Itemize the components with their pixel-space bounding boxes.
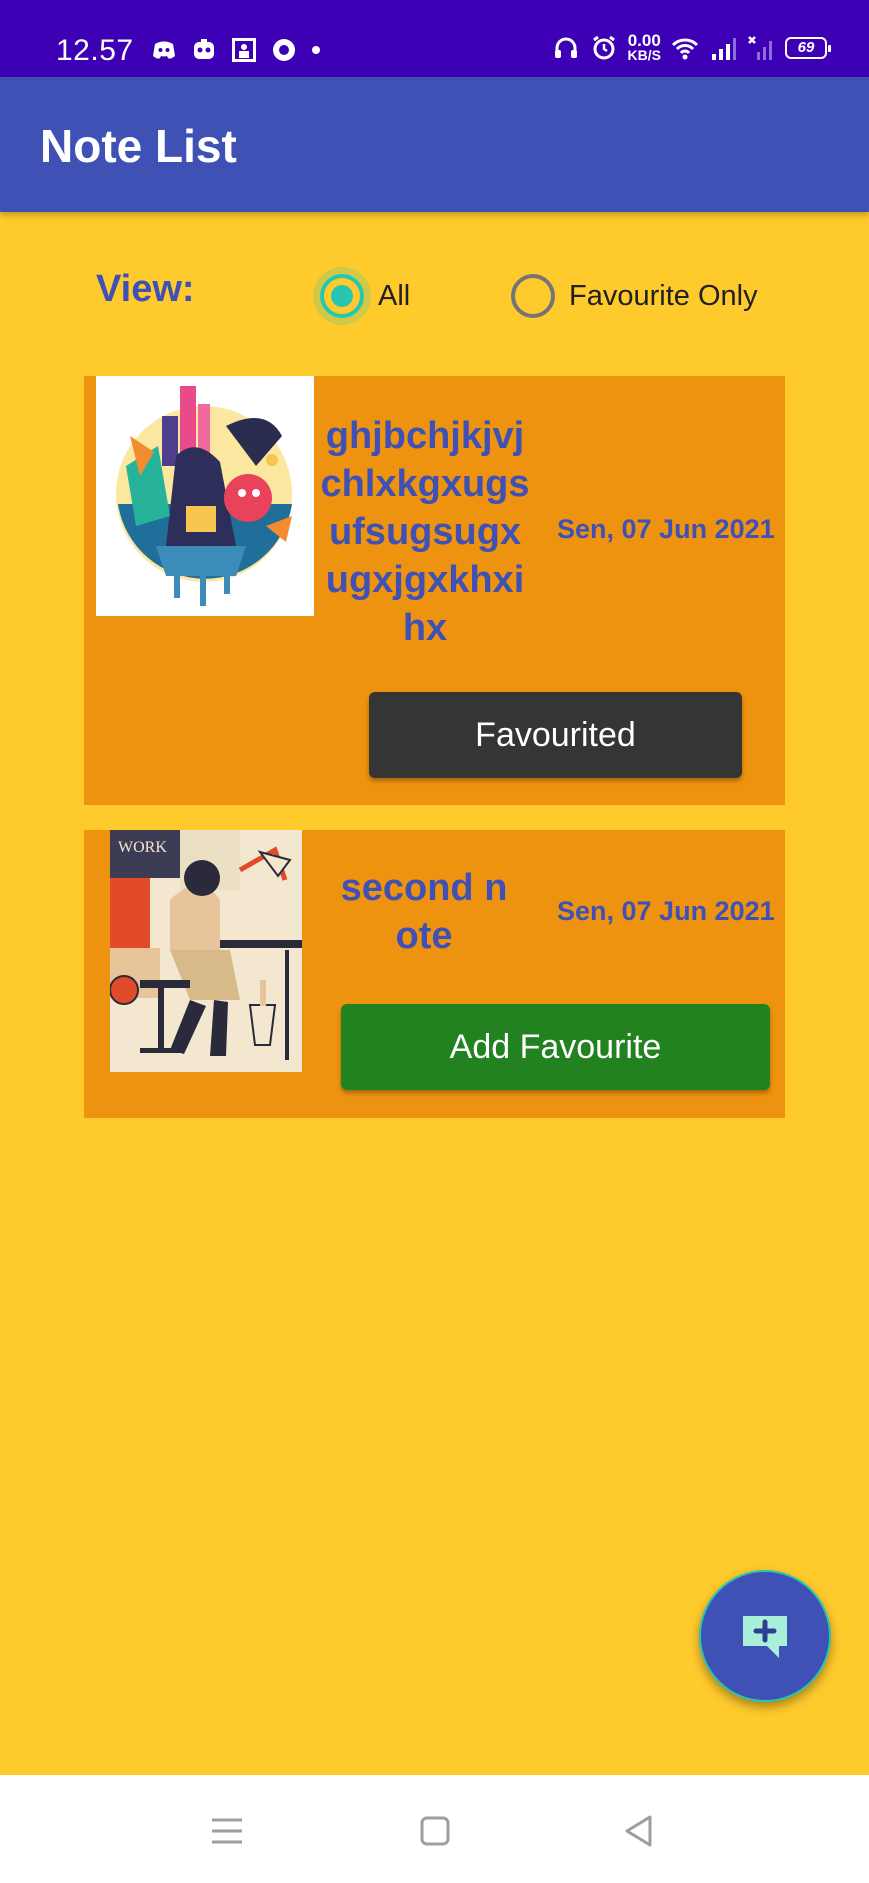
app-notification-icon <box>194 39 214 59</box>
headset-icon <box>554 37 577 58</box>
work-desk-illustration-icon: WORK <box>110 830 302 1072</box>
radio-all-label: All <box>378 279 411 312</box>
page-title: Note List <box>40 120 237 172</box>
note-date: Sen, 07 Jun 2021 <box>557 896 775 926</box>
network-speed: 0.00 KB/S <box>627 31 661 63</box>
back-icon <box>625 1815 652 1847</box>
add-note-icon <box>743 1616 787 1658</box>
more-notifications-dot-icon <box>312 46 320 54</box>
radio-favourite-only-indicator[interactable] <box>511 274 555 318</box>
home-button[interactable] <box>415 1811 455 1851</box>
notification-icons <box>150 36 322 64</box>
signal-no-service-icon <box>748 36 772 60</box>
favourited-button[interactable]: Favourited <box>369 692 742 778</box>
svg-text:WORK: WORK <box>118 839 167 856</box>
status-time: 12.57 <box>56 34 134 67</box>
status-bar: 12.57 0.00 KB/S 69 <box>0 0 869 77</box>
note-title: ghjbchjkjvjchlxkgxugsufsugsugxugxjgxkhxi… <box>320 415 530 649</box>
back-button[interactable] <box>619 1811 659 1851</box>
menu-icon <box>212 1818 242 1844</box>
location-notification-icon <box>273 39 295 61</box>
add-favourite-button[interactable]: Add Favourite <box>341 1004 770 1090</box>
home-icon <box>420 1816 450 1846</box>
app-bar: Note List <box>0 77 869 212</box>
discord-icon <box>153 41 175 59</box>
radio-favourite-only-label: Favourite Only <box>569 279 758 312</box>
recent-apps-button[interactable] <box>207 1811 247 1851</box>
note-card[interactable]: ghjbchjkjvjchlxkgxugsufsugsugxugxjgxkhxi… <box>84 376 785 805</box>
note-date: Sen, 07 Jun 2021 <box>557 514 775 544</box>
photo-notification-icon <box>232 38 256 62</box>
note-card[interactable]: WORK second note Sen, 07 Jun 2021 Add Fa… <box>84 830 785 1118</box>
navigation-bar <box>0 1775 869 1883</box>
alarm-icon <box>592 35 615 60</box>
battery-indicator: 69 <box>785 37 831 59</box>
wifi-icon <box>671 38 699 60</box>
radio-favourite-only[interactable]: Favourite Only <box>511 274 758 318</box>
system-status-icons: 0.00 KB/S 69 <box>552 31 831 63</box>
note-title: second note <box>340 867 508 957</box>
radio-all-indicator[interactable] <box>320 274 364 318</box>
radio-all[interactable]: All <box>320 274 410 318</box>
signal-icon <box>712 38 736 60</box>
view-filter-label: View: <box>96 268 195 310</box>
add-note-button[interactable] <box>699 1570 831 1702</box>
abstract-city-illustration-icon <box>96 376 314 616</box>
